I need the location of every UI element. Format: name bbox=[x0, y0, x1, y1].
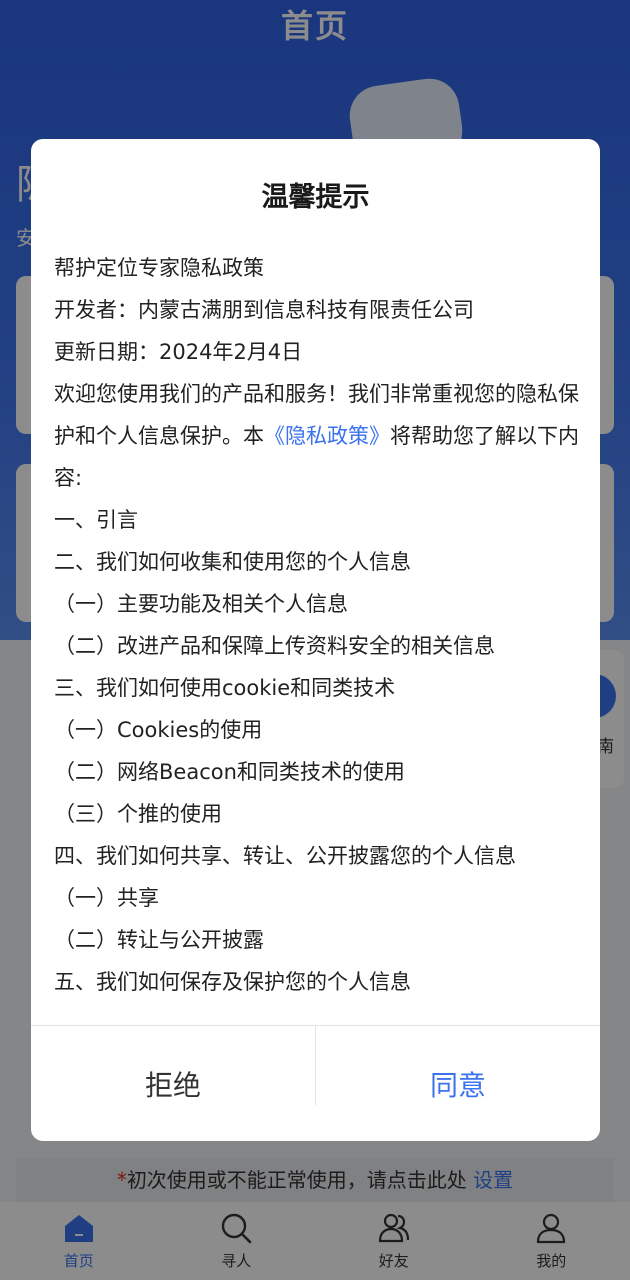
toc-item: （一）Cookies的使用 bbox=[54, 718, 263, 742]
toc-item: 四、我们如何共享、转让、公开披露您的个人信息 bbox=[54, 844, 516, 868]
toc-item: 一、引言 bbox=[54, 508, 138, 532]
dialog-actions: 拒绝 同意 bbox=[31, 1025, 600, 1141]
policy-name: 帮护定位专家隐私政策 bbox=[54, 256, 264, 280]
toc-item: （一）共享 bbox=[54, 886, 159, 910]
toc-item: （三）个推的使用 bbox=[54, 802, 222, 826]
privacy-policy-link[interactable]: 《隐私政策》 bbox=[264, 424, 390, 448]
agree-button[interactable]: 同意 bbox=[316, 1026, 600, 1141]
toc-item: （二）转让与公开披露 bbox=[54, 928, 264, 952]
toc-item: 三、我们如何使用cookie和同类技术 bbox=[54, 676, 396, 700]
toc-item: 二、我们如何收集和使用您的个人信息 bbox=[54, 550, 411, 574]
privacy-dialog: 温馨提示 帮护定位专家隐私政策 开发者：内蒙古满朋到信息科技有限责任公司 更新日… bbox=[31, 139, 600, 1141]
intro-paragraph: 欢迎您使用我们的产品和服务！我们非常重视您的隐私保护和个人信息保护。本《隐私政策… bbox=[54, 373, 584, 499]
toc-item: （二）改进产品和保障上传资料安全的相关信息 bbox=[54, 634, 495, 658]
update-date: 更新日期：2024年2月4日 bbox=[54, 340, 303, 364]
dialog-title: 温馨提示 bbox=[261, 182, 370, 213]
reject-button[interactable]: 拒绝 bbox=[31, 1026, 315, 1141]
toc-item: （二）网络Beacon和同类技术的使用 bbox=[54, 760, 405, 784]
developer-info: 开发者：内蒙古满朋到信息科技有限责任公司 bbox=[54, 298, 474, 322]
dialog-body: 帮护定位专家隐私政策 开发者：内蒙古满朋到信息科技有限责任公司 更新日期：202… bbox=[54, 247, 584, 1003]
toc-item: （一）主要功能及相关个人信息 bbox=[54, 592, 348, 616]
toc-item: 五、我们如何保存及保护您的个人信息 bbox=[54, 970, 411, 994]
